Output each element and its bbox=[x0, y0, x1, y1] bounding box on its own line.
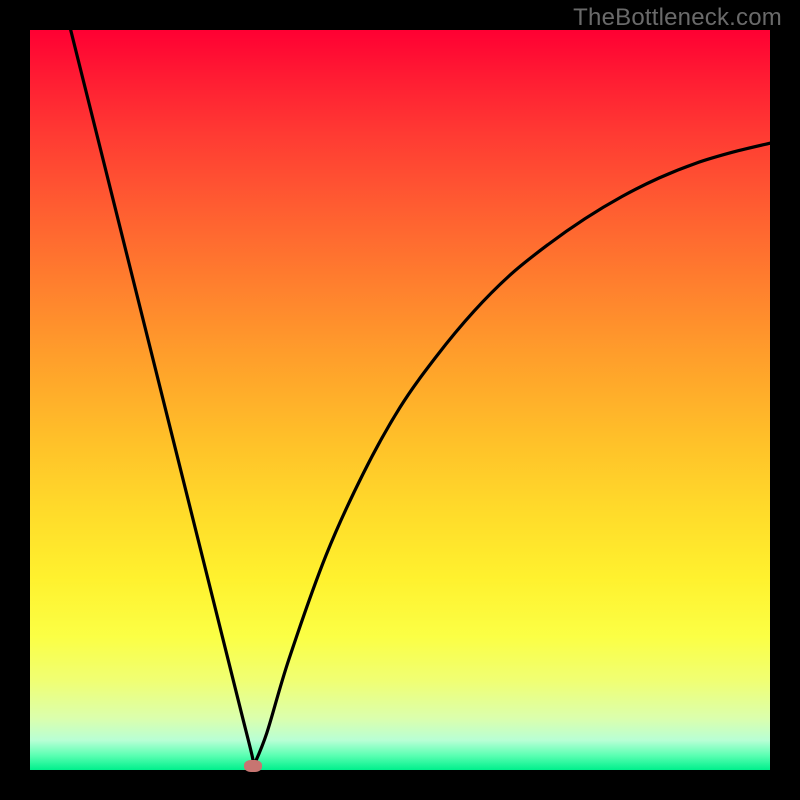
curve-left-branch bbox=[71, 30, 254, 766]
minimum-marker bbox=[244, 760, 262, 772]
watermark-text: TheBottleneck.com bbox=[573, 4, 782, 32]
curve-right-branch bbox=[253, 143, 770, 766]
bottleneck-curve bbox=[30, 30, 770, 770]
plot-area bbox=[30, 30, 770, 770]
chart-frame: TheBottleneck.com bbox=[0, 0, 800, 800]
